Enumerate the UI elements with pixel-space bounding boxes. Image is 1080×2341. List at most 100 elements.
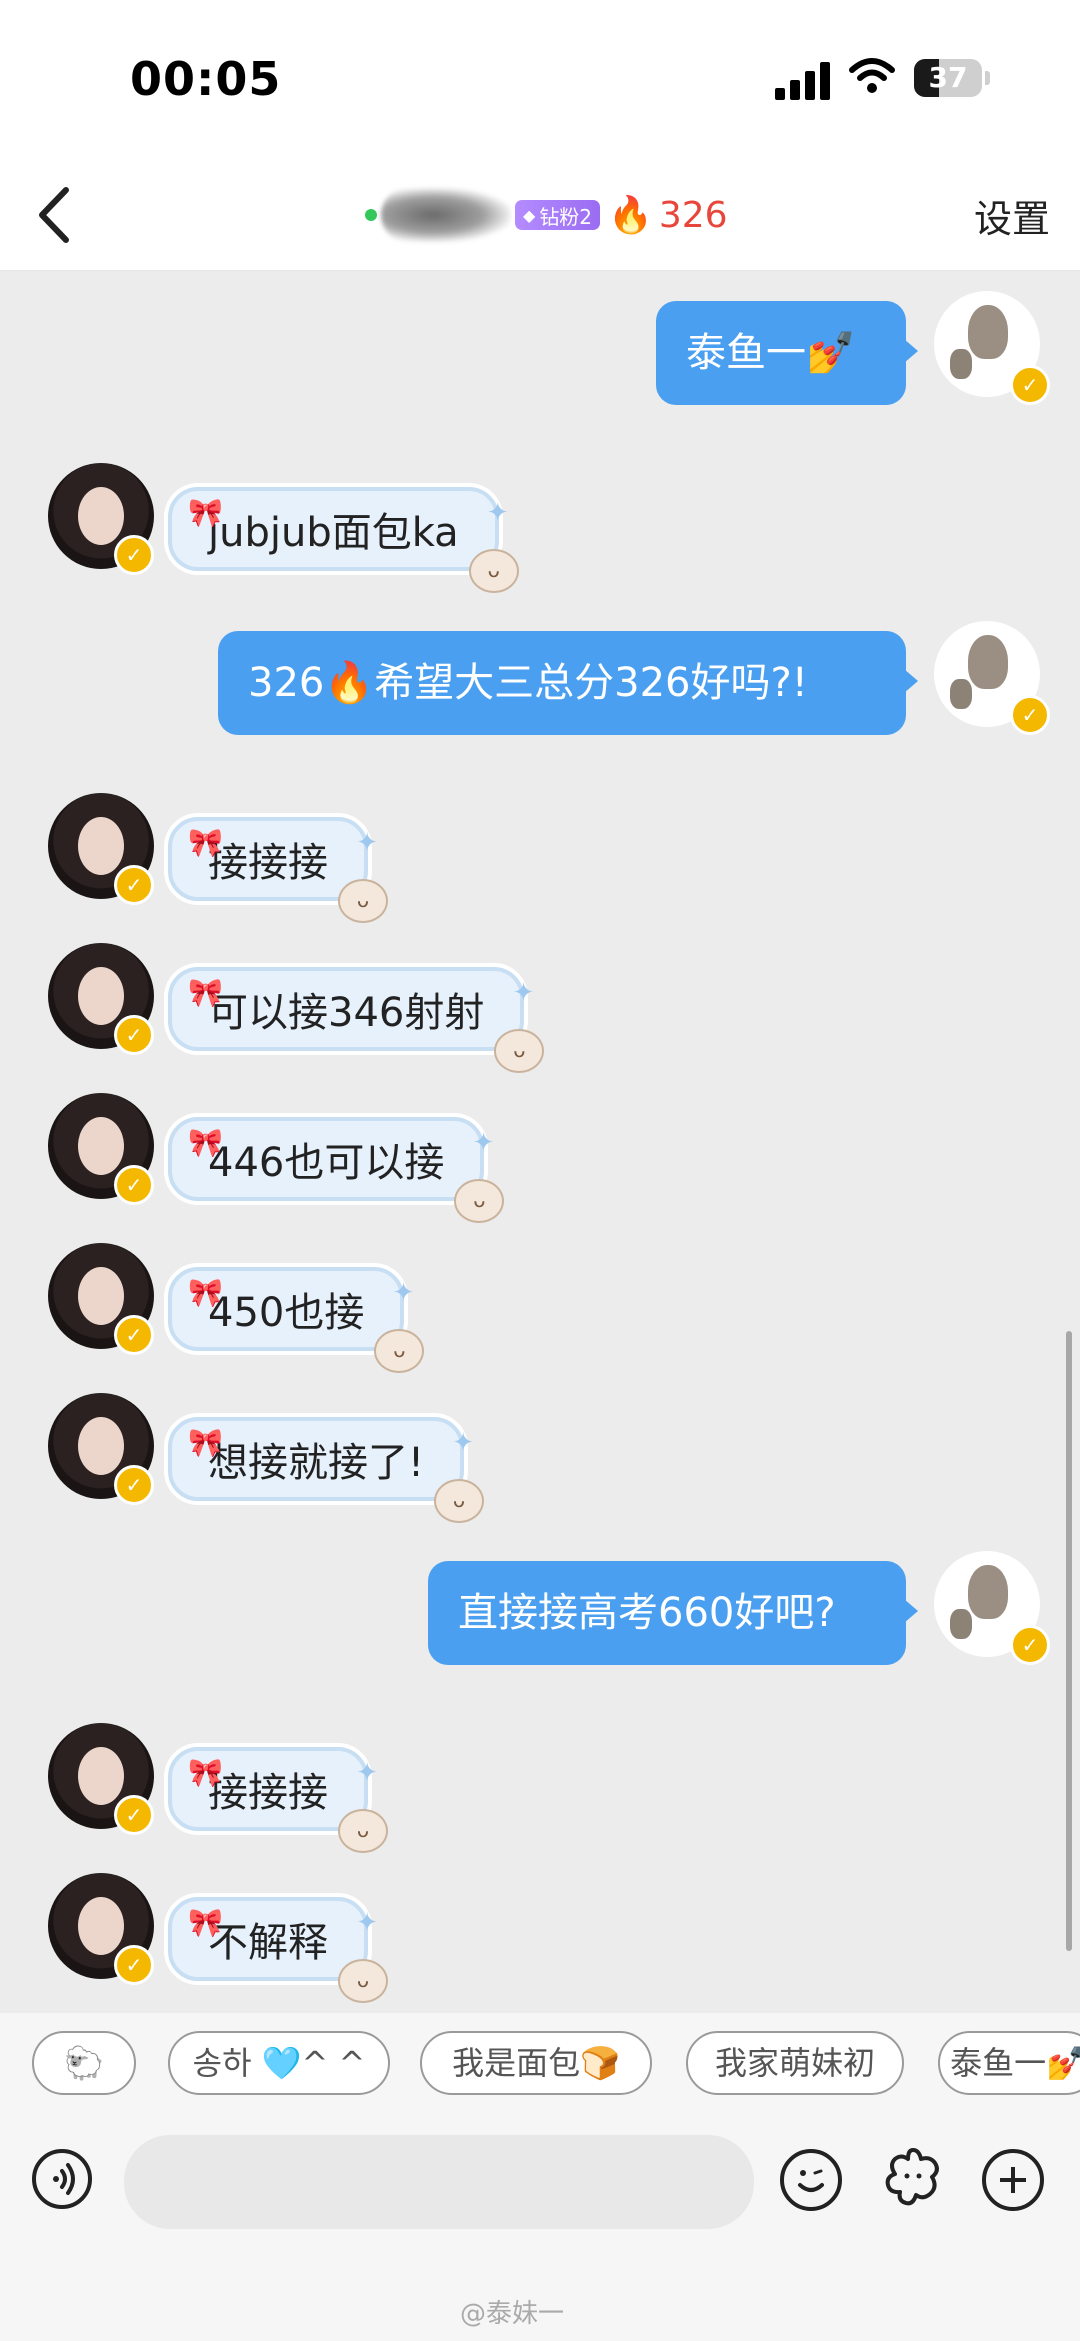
sent-message-bubble[interactable]: 泰鱼一💅 <box>656 301 918 405</box>
chat-header: ◆ 钻粉2 🔥 326 设置 <box>0 160 1080 271</box>
bow-icon: 🎀 <box>188 1126 223 1159</box>
contact-info[interactable]: ◆ 钻粉2 🔥 326 <box>365 182 728 248</box>
quick-reply-chip[interactable]: 🐑 <box>32 2031 136 2095</box>
verified-badge-icon: ✓ <box>114 1465 154 1505</box>
sparkle-icon: ✦ <box>472 1128 495 1158</box>
sticker-button[interactable] <box>880 2145 946 2211</box>
sent-message-bubble[interactable]: 直接接高考660好吧? <box>428 1561 918 1665</box>
message-text: 接接接 <box>208 1770 328 1816</box>
deer-icon: ᴗ <box>494 1029 545 1073</box>
deer-icon: ᴗ <box>468 549 519 593</box>
sparkle-icon: ✦ <box>392 1278 415 1308</box>
quick-reply-chip[interactable]: 我是面包🍞 <box>420 2031 652 2095</box>
received-message-bubble[interactable]: 可以接346射射 🎀 ✦ ᴗ <box>168 967 545 1073</box>
battery-tip <box>985 71 990 85</box>
verified-badge-icon: ✓ <box>114 865 154 905</box>
verified-badge-icon: ✓ <box>114 1795 154 1835</box>
avatar-figure <box>968 635 1008 689</box>
message-text: jubjub面包ka <box>208 510 459 556</box>
sparkle-icon: ✦ <box>356 1908 378 1938</box>
back-button[interactable] <box>28 182 88 248</box>
verified-badge-icon: ✓ <box>114 1315 154 1355</box>
fan-level-badge: ◆ 钻粉2 <box>515 200 601 230</box>
avatar-face <box>78 1897 124 1955</box>
bow-icon: 🎀 <box>188 1276 223 1309</box>
sparkle-icon: ✦ <box>356 828 378 858</box>
sent-message-bubble[interactable]: 326🔥希望大三总分326好吗?! <box>218 631 918 735</box>
deer-icon: ᴗ <box>454 1179 505 1223</box>
cellular-signal-icon <box>775 60 833 100</box>
received-message-bubble[interactable]: 想接就接了! 🎀 ✦ ᴗ <box>168 1417 485 1523</box>
received-message-bubble[interactable]: 450也接 🎀 ✦ ᴗ <box>168 1267 425 1373</box>
status-time: 00:05 <box>130 52 282 106</box>
fire-icon: 🔥 <box>608 195 653 236</box>
bow-icon: 🎀 <box>188 1426 223 1459</box>
received-message-bubble[interactable]: jubjub面包ka 🎀 ✦ ᴗ <box>168 487 519 593</box>
avatar-face <box>78 1267 124 1325</box>
deer-icon: ᴗ <box>374 1329 425 1373</box>
wifi-icon <box>849 58 895 93</box>
avatar-hand <box>950 679 972 709</box>
avatar-face <box>78 817 124 875</box>
deer-icon: ᴗ <box>338 1809 388 1853</box>
received-message-bubble[interactable]: 446也可以接 🎀 ✦ ᴗ <box>168 1117 505 1223</box>
verified-badge-icon: ✓ <box>1010 695 1050 735</box>
scrollbar[interactable] <box>1066 1331 1072 1951</box>
avatar-figure <box>968 1565 1008 1619</box>
fan-level-label: 钻粉2 <box>539 204 593 229</box>
verified-badge-icon: ✓ <box>114 1945 154 1985</box>
avatar-face <box>78 487 124 545</box>
streak-count: 326 <box>658 194 728 236</box>
diamond-icon: ◆ <box>523 205 536 225</box>
message-text: 不解释 <box>208 1920 328 1966</box>
deer-icon: ᴗ <box>338 879 388 923</box>
message-text: 接接接 <box>208 840 328 886</box>
quick-reply-chip[interactable]: 泰鱼一💅 <box>938 2031 1080 2095</box>
smiley-icon <box>798 2169 824 2192</box>
battery-icon: 37 <box>914 59 982 97</box>
message-text: 可以接346射射 <box>208 990 485 1036</box>
voice-icon <box>53 2163 75 2195</box>
sparkle-icon: ✦ <box>452 1428 475 1458</box>
message-text: 450也接 <box>208 1290 365 1336</box>
avatar-face <box>78 1117 124 1175</box>
received-message-bubble[interactable]: 不解释 🎀 ✦ ᴗ <box>168 1897 388 2003</box>
emoji-button[interactable] <box>780 2149 842 2211</box>
verified-badge-icon: ✓ <box>1010 365 1050 405</box>
watermark: @泰妹一 <box>460 2299 565 2329</box>
message-text: 直接接高考660好吧? <box>458 1590 836 1636</box>
voice-input-button[interactable] <box>32 2149 92 2209</box>
message-text: 泰鱼一💅 <box>686 330 856 376</box>
verified-badge-icon: ✓ <box>1010 1625 1050 1665</box>
plus-button[interactable] <box>982 2149 1044 2211</box>
avatar-hand <box>950 349 972 379</box>
chat-area[interactable]: ✓ 泰鱼一💅 ✓ jubjub面包ka 🎀 ✦ ᴗ ✓ 326🔥希望大三总分326好吗?! ✓ 接接… <box>0 271 1080 2013</box>
message-input[interactable] <box>124 2135 754 2229</box>
bow-icon: 🎀 <box>188 976 223 1009</box>
sparkle-icon: ✦ <box>512 978 535 1008</box>
bow-icon: 🎀 <box>188 496 223 529</box>
avatar-figure <box>968 305 1008 359</box>
avatar-hand <box>950 1609 972 1639</box>
received-message-bubble[interactable]: 接接接 🎀 ✦ ᴗ <box>168 817 388 923</box>
input-bar <box>0 2121 1080 2261</box>
avatar-face <box>78 1417 124 1475</box>
verified-badge-icon: ✓ <box>114 1015 154 1055</box>
sparkle-icon: ✦ <box>356 1758 378 1788</box>
bow-icon: 🎀 <box>188 1906 223 1939</box>
footer: @泰妹一 <box>0 2261 1080 2341</box>
received-message-bubble[interactable]: 接接接 🎀 ✦ ᴗ <box>168 1747 388 1853</box>
deer-icon: ᴗ <box>338 1959 388 2003</box>
status-bar: 00:05 37 <box>0 0 1080 160</box>
quick-reply-bar: 🐑 송하 🩵^ ^ 我是面包🍞 我家萌妹初 泰鱼一💅 <box>0 2013 1080 2121</box>
settings-button[interactable]: 设置 <box>974 188 1050 243</box>
message-text: 326🔥希望大三总分326好吗?! <box>248 660 808 706</box>
quick-reply-chip[interactable]: 我家萌妹初 <box>686 2031 904 2095</box>
verified-badge-icon: ✓ <box>114 535 154 575</box>
contact-name-blurred <box>381 188 511 242</box>
deer-icon: ᴗ <box>434 1479 485 1523</box>
message-text: 想接就接了! <box>208 1440 425 1486</box>
quick-reply-chip[interactable]: 송하 🩵^ ^ <box>168 2031 390 2095</box>
online-status-dot <box>365 209 377 221</box>
avatar-face <box>78 967 124 1025</box>
